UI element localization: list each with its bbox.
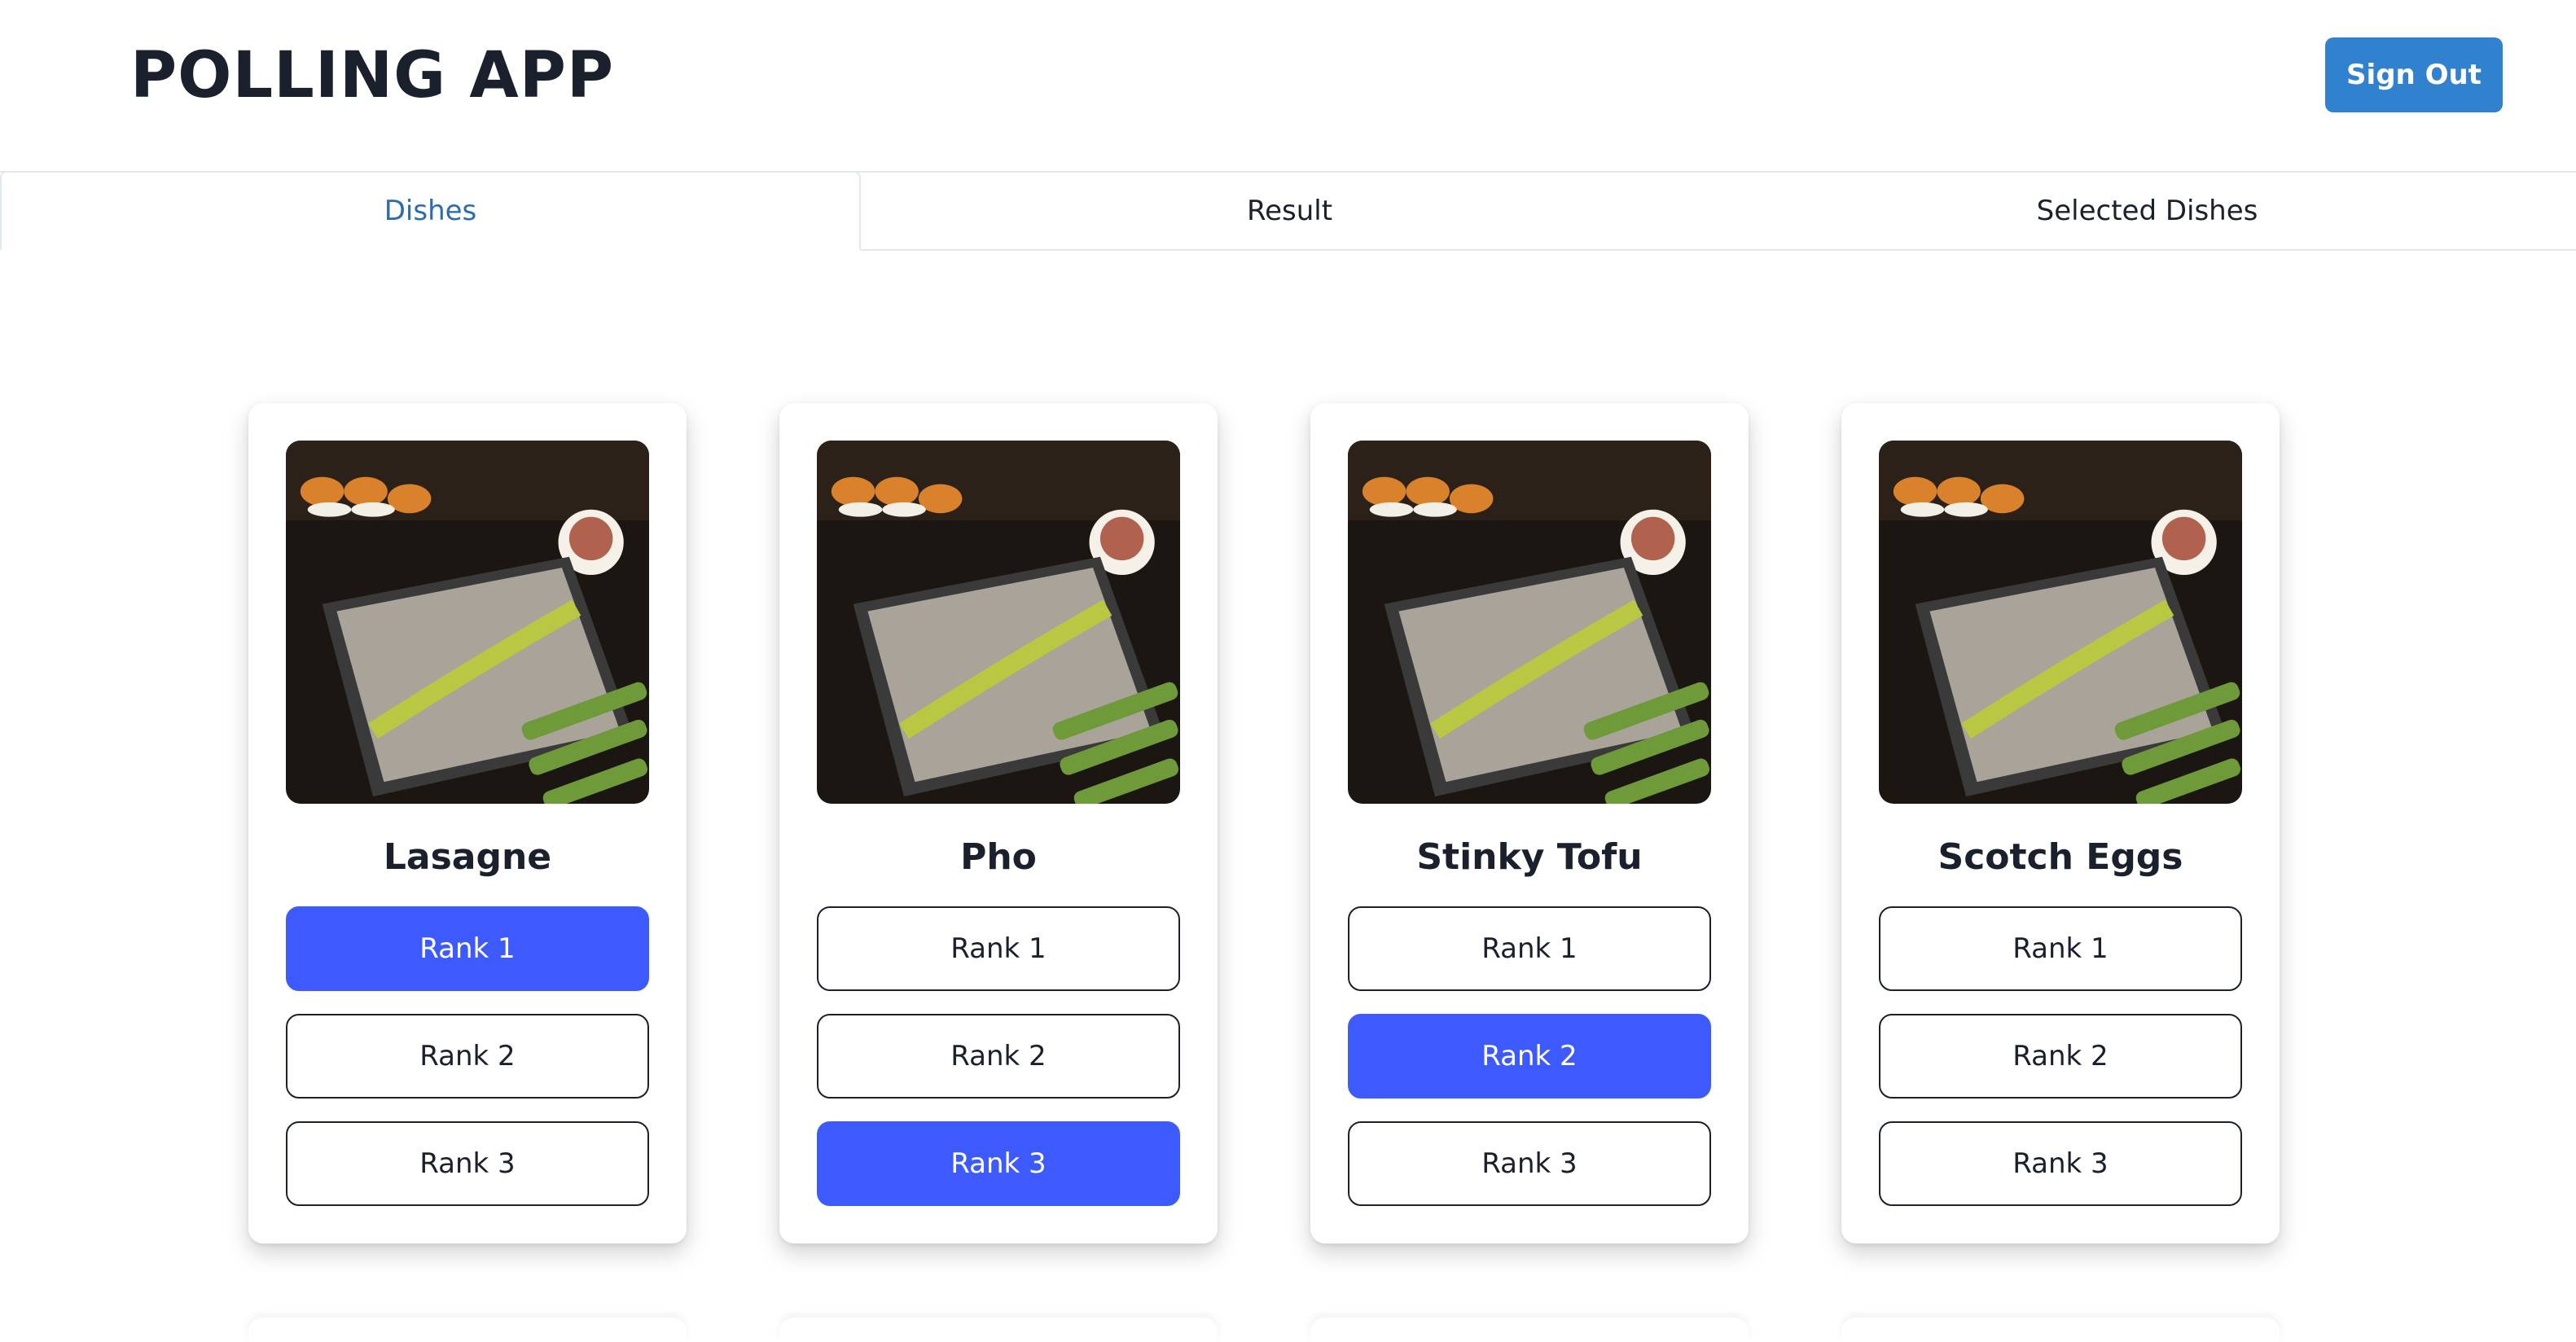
- dish-image: [1879, 441, 2242, 804]
- dish-name: Pho: [960, 836, 1037, 878]
- tab-result[interactable]: Result: [861, 173, 1718, 249]
- dish-card-partial: [1310, 1318, 1749, 1342]
- dish-card: Scotch Eggs Rank 1 Rank 2 Rank 3: [1841, 403, 2280, 1243]
- tab-bar: Dishes Result Selected Dishes: [0, 171, 2576, 251]
- rank-2-button[interactable]: Rank 2: [817, 1014, 1180, 1099]
- dish-card: Pho Rank 1 Rank 2 Rank 3: [779, 403, 1218, 1243]
- dish-image: [286, 441, 649, 804]
- dish-card-partial: [1841, 1318, 2280, 1342]
- dish-card-partial: [248, 1318, 687, 1342]
- rank-2-button[interactable]: Rank 2: [1879, 1014, 2242, 1099]
- dish-card-partial: [779, 1318, 1218, 1342]
- dish-name: Lasagne: [383, 836, 552, 878]
- sign-out-button[interactable]: Sign Out: [2325, 37, 2503, 112]
- tab-dishes[interactable]: Dishes: [0, 171, 861, 251]
- rank-2-button[interactable]: Rank 2: [286, 1014, 649, 1099]
- dish-card: Lasagne Rank 1 Rank 2 Rank 3: [248, 403, 687, 1243]
- dish-grid: Lasagne Rank 1 Rank 2 Rank 3 Pho Rank 1 …: [248, 403, 2280, 1243]
- dish-image: [817, 441, 1180, 804]
- app-header: POLLING APP Sign Out: [0, 0, 2576, 171]
- rank-1-button[interactable]: Rank 1: [1879, 906, 2242, 991]
- next-card-row: [248, 1318, 2280, 1342]
- dish-image: [1348, 441, 1711, 804]
- dish-card: Stinky Tofu Rank 1 Rank 2 Rank 3: [1310, 403, 1749, 1243]
- rank-3-button[interactable]: Rank 3: [1879, 1121, 2242, 1206]
- app-title: POLLING APP: [130, 39, 615, 112]
- dish-name: Scotch Eggs: [1937, 836, 2183, 878]
- rank-3-button[interactable]: Rank 3: [286, 1121, 649, 1206]
- tab-selected-dishes[interactable]: Selected Dishes: [1718, 173, 2576, 249]
- dish-name: Stinky Tofu: [1416, 836, 1643, 878]
- rank-1-button[interactable]: Rank 1: [286, 906, 649, 991]
- rank-1-button[interactable]: Rank 1: [1348, 906, 1711, 991]
- rank-2-button[interactable]: Rank 2: [1348, 1014, 1711, 1099]
- rank-3-button[interactable]: Rank 3: [817, 1121, 1180, 1206]
- rank-3-button[interactable]: Rank 3: [1348, 1121, 1711, 1206]
- rank-1-button[interactable]: Rank 1: [817, 906, 1180, 991]
